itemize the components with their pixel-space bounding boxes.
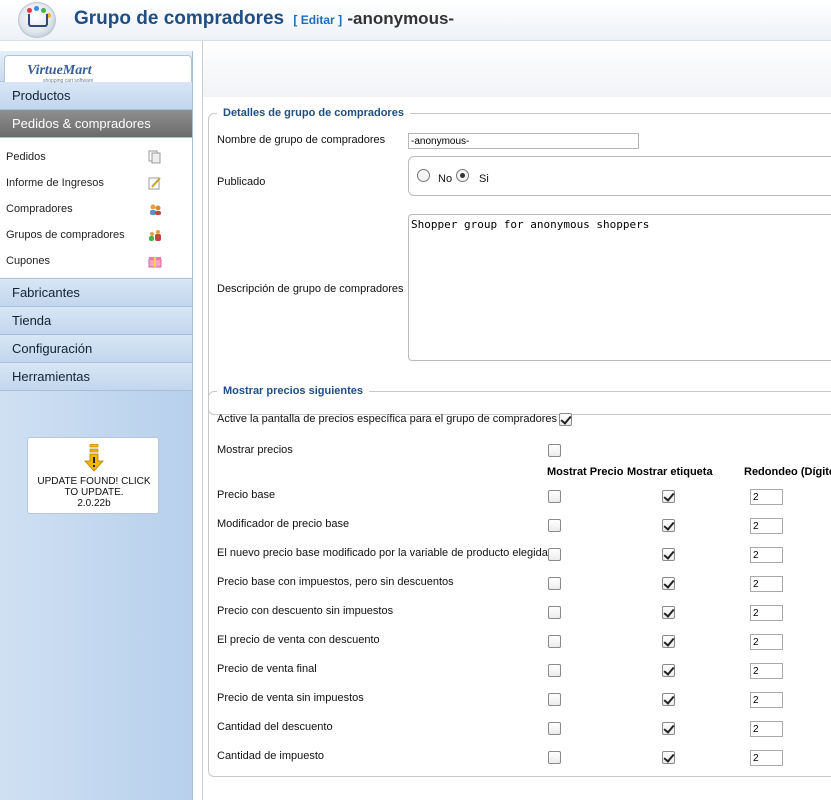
submenu-item-grupos-compradores[interactable]: Grupos de compradores: [0, 222, 192, 248]
published-yes-label: Si: [479, 173, 489, 185]
description-textarea[interactable]: Shopper group for anonymous shoppers: [408, 214, 831, 361]
price-row-label: Precio de venta final: [217, 663, 317, 675]
activate-prices-checkbox[interactable]: [559, 413, 572, 426]
rounding-input[interactable]: [750, 692, 783, 708]
price-row-label: Cantidad del descuento: [217, 721, 333, 733]
show-price-checkbox[interactable]: [548, 751, 561, 764]
rounding-input[interactable]: [750, 605, 783, 621]
toolbar: [202, 41, 831, 97]
price-row-label: Precio de venta sin impuestos: [217, 692, 364, 704]
sidebar-item-configuracion[interactable]: Configuración: [0, 335, 192, 363]
sidebar-item-productos[interactable]: Productos: [0, 82, 192, 110]
price-row-label: Precio con descuento sin impuestos: [217, 605, 394, 617]
submenu-item-compradores[interactable]: Compradores: [0, 196, 192, 222]
activate-prices-label: Active la pantalla de precios específica…: [217, 413, 557, 425]
submenu-item-label: Grupos de compradores: [6, 229, 125, 241]
price-row-label: El precio de venta con descuento: [217, 634, 380, 646]
rounding-input[interactable]: [750, 663, 783, 679]
sidebar-item-fabricantes[interactable]: Fabricantes: [0, 279, 192, 307]
show-price-checkbox[interactable]: [548, 490, 561, 503]
update-version: 2.0.22b: [77, 498, 111, 509]
virtuemart-logo-icon: [18, 2, 56, 38]
submenu-item-label: Pedidos: [6, 151, 46, 163]
coupons-icon: [148, 257, 162, 268]
show-price-checkbox[interactable]: [548, 722, 561, 735]
show-prices-checkbox[interactable]: [548, 444, 561, 457]
submenu-item-informe-ingresos[interactable]: Informe de Ingresos: [0, 170, 192, 196]
sidebar-logo-tagline: shopping cart software: [43, 78, 94, 84]
published-no-label: No: [438, 173, 453, 185]
rounding-input[interactable]: [750, 576, 783, 592]
sidebar-logo-name: VirtueMart: [27, 63, 92, 78]
price-row-label: Cantidad de impuesto: [217, 750, 325, 762]
shoppers-icon: [150, 204, 161, 215]
name-label: Nombre de grupo de compradores: [217, 134, 386, 146]
show-price-checkbox[interactable]: [548, 519, 561, 532]
show-price-checkbox[interactable]: [548, 635, 561, 648]
shopper-groups-icon: [149, 230, 161, 241]
show-price-checkbox[interactable]: [548, 664, 561, 677]
show-label-checkbox[interactable]: [662, 664, 675, 677]
rounding-input[interactable]: [750, 750, 783, 766]
show-label-checkbox[interactable]: [662, 577, 675, 590]
show-label-checkbox[interactable]: [662, 635, 675, 648]
orders-icon: [148, 150, 161, 164]
page-header: Grupo de compradores [ Editar ] -anonymo…: [0, 0, 831, 41]
published-no-radio[interactable]: [417, 169, 430, 182]
show-label-checkbox[interactable]: [662, 490, 675, 503]
update-button[interactable]: UPDATE FOUND! CLICK TO UPDATE. 2.0.22b: [27, 437, 159, 514]
report-icon: [148, 177, 161, 190]
main-content: Detalles de grupo de compradores Nombre …: [194, 41, 831, 800]
show-price-checkbox[interactable]: [548, 693, 561, 706]
submenu-item-pedidos[interactable]: Pedidos: [0, 144, 192, 170]
sidebar-item-pedidos-compradores[interactable]: Pedidos & compradores: [0, 110, 192, 138]
col-rounding-header: Redondeo (Dígitos): [744, 466, 831, 478]
title-subject: -anonymous-: [347, 9, 455, 28]
rounding-input[interactable]: [750, 634, 783, 650]
rounding-input[interactable]: [750, 547, 783, 563]
submenu-item-label: Informe de Ingresos: [6, 177, 104, 189]
download-arrow-icon: [84, 444, 104, 472]
published-group: [408, 156, 831, 196]
show-label-checkbox[interactable]: [662, 751, 675, 764]
rounding-input[interactable]: [750, 518, 783, 534]
submenu-item-label: Compradores: [6, 203, 73, 215]
show-label-checkbox[interactable]: [662, 606, 675, 619]
name-input[interactable]: [408, 133, 639, 149]
price-row-label: El nuevo precio base modificado por la v…: [217, 547, 548, 559]
rounding-input[interactable]: [750, 489, 783, 505]
submenu-item-cupones[interactable]: Cupones: [0, 248, 192, 274]
edit-label: [ Editar ]: [293, 13, 343, 27]
price-row-label: Precio base con impuestos, pero sin desc…: [217, 576, 454, 588]
sidebar-item-herramientas[interactable]: Herramientas: [0, 363, 192, 391]
show-price-checkbox[interactable]: [548, 606, 561, 619]
sidebar-logo: VirtueMart shopping cart software: [0, 51, 192, 84]
show-label-checkbox[interactable]: [662, 722, 675, 735]
update-notice: UPDATE FOUND! CLICK TO UPDATE.: [37, 476, 151, 498]
show-label-checkbox[interactable]: [662, 548, 675, 561]
col-show-price-header: Mostrat Precio: [547, 466, 624, 478]
show-price-checkbox[interactable]: [548, 548, 561, 561]
published-yes-radio[interactable]: [456, 169, 469, 182]
rounding-input[interactable]: [750, 721, 783, 737]
price-row-label: Precio base: [217, 489, 276, 501]
show-label-checkbox[interactable]: [662, 693, 675, 706]
page-title: Grupo de compradores [ Editar ] -anonymo…: [74, 8, 454, 30]
show-prices-label: Mostrar precios: [217, 444, 293, 456]
submenu-item-label: Cupones: [6, 255, 51, 267]
title-text: Grupo de compradores: [74, 8, 285, 29]
sidebar: VirtueMart shopping cart software Produc…: [0, 51, 193, 800]
show-label-checkbox[interactable]: [662, 519, 675, 532]
show-price-checkbox[interactable]: [548, 577, 561, 590]
sidebar-submenu: Pedidos Informe de Ingresos Compradores …: [0, 138, 192, 279]
published-label: Publicado: [217, 176, 266, 188]
prices-legend: Mostrar precios siguientes: [223, 385, 363, 397]
details-legend: Detalles de grupo de compradores: [223, 107, 404, 119]
sidebar-item-tienda[interactable]: Tienda: [0, 307, 192, 335]
description-label: Descripción de grupo de compradores: [217, 283, 404, 295]
col-show-label-header: Mostrar etiqueta: [627, 466, 713, 478]
price-row-label: Modificador de precio base: [217, 518, 350, 530]
